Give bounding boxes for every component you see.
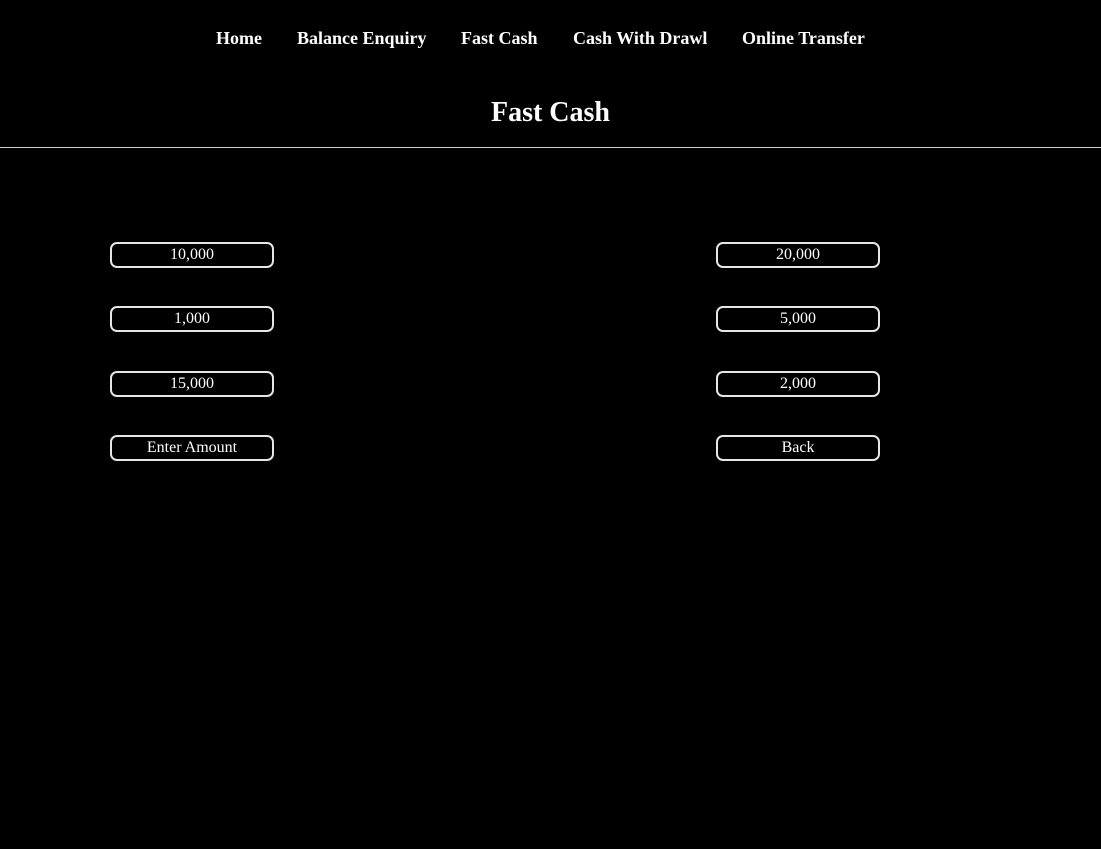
header-divider: [0, 147, 1101, 148]
amount-button-2000[interactable]: 2,000: [716, 371, 880, 397]
amount-button-10000[interactable]: 10,000: [110, 242, 274, 268]
page-title: Fast Cash: [490, 97, 610, 128]
top-nav: Home Balance Enquiry Fast Cash Cash With…: [0, 26, 1101, 50]
amount-button-5000[interactable]: 5,000: [716, 306, 880, 332]
nav-link-balance-enquiry[interactable]: Balance Enquiry: [297, 26, 427, 50]
amount-button-1000[interactable]: 1,000: [110, 306, 274, 332]
nav-link-home[interactable]: Home: [216, 26, 262, 50]
enter-amount-button[interactable]: Enter Amount: [110, 435, 274, 461]
amount-button-20000[interactable]: 20,000: [716, 242, 880, 268]
nav-link-cash-withdrawal[interactable]: Cash With Drawl: [573, 26, 707, 50]
back-button[interactable]: Back: [716, 435, 880, 461]
nav-link-online-transfer[interactable]: Online Transfer: [742, 26, 865, 50]
amount-button-15000[interactable]: 15,000: [110, 371, 274, 397]
nav-link-fast-cash[interactable]: Fast Cash: [461, 26, 538, 50]
